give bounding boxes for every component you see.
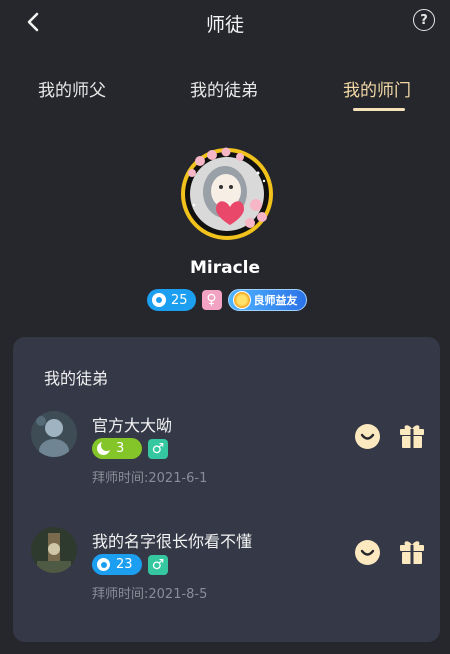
apprentice-name: 我的名字很长你看不懂 — [92, 532, 253, 551]
level-badge: 23 — [92, 554, 142, 575]
apprentice-name: 官方大大呦 — [92, 416, 173, 435]
profile-badges: 25 ♀ 良师益友 — [147, 288, 307, 312]
smile-icon — [355, 540, 380, 565]
section-title: 我的徒弟 — [44, 369, 109, 388]
apprentice-row[interactable]: 我的名字很长你看不懂 23 ♂ 拜师时间:2021-8-5 — [13, 525, 440, 625]
medal-icon — [232, 291, 251, 309]
avatar-image — [31, 411, 77, 457]
top-bar: 师徒 ? — [0, 0, 450, 44]
gear-icon — [97, 558, 110, 571]
gear-icon — [152, 293, 166, 307]
tab-my-apprentices[interactable]: 我的徒弟 — [190, 76, 258, 101]
tab-my-school[interactable]: 我的师门 — [343, 76, 411, 101]
help-button[interactable]: ? — [413, 9, 435, 31]
active-tab-indicator — [353, 108, 405, 111]
avatar-image — [31, 527, 77, 573]
apprentice-tags: 3 ♂ — [92, 438, 168, 459]
gift-button[interactable] — [399, 422, 425, 449]
apprentice-card: 我的徒弟 官方大大呦 3 ♂ 拜师时间:2021-6-1 我的名字很长你看不懂 … — [13, 337, 440, 642]
apprentice-date: 拜师时间:2021-6-1 — [92, 471, 208, 486]
level-badge: 25 — [147, 289, 196, 311]
honor-badge: 良师益友 — [227, 289, 307, 311]
male-icon: ♂ — [148, 554, 168, 575]
gift-button[interactable] — [399, 538, 425, 565]
avatar[interactable] — [31, 527, 77, 573]
page-title: 师徒 — [205, 14, 244, 36]
avatar-image — [181, 147, 273, 240]
apprentice-date: 拜师时间:2021-8-5 — [92, 587, 208, 602]
avatar[interactable] — [31, 411, 77, 457]
apprentice-row[interactable]: 官方大大呦 3 ♂ 拜师时间:2021-6-1 — [13, 409, 440, 509]
tab-my-master[interactable]: 我的师父 — [38, 76, 106, 101]
gift-icon — [400, 425, 424, 448]
tab-bar: 我的师父 我的徒弟 我的师门 — [0, 70, 450, 111]
moon-icon — [97, 440, 112, 455]
honor-badge-label: 良师益友 — [253, 294, 298, 307]
smile-icon — [355, 424, 380, 449]
female-icon: ♀ — [201, 290, 222, 310]
apprentice-tags: 23 ♂ — [92, 554, 168, 575]
greet-button[interactable] — [354, 539, 381, 566]
level-badge: 3 — [92, 438, 142, 459]
level-value: 25 — [171, 292, 188, 308]
greet-button[interactable] — [354, 423, 381, 450]
question-circle-icon: ? — [420, 12, 428, 28]
profile-avatar[interactable] — [178, 145, 276, 243]
level-value: 23 — [116, 557, 133, 572]
level-value: 3 — [116, 441, 125, 456]
profile-name: Miracle — [189, 258, 261, 278]
male-icon: ♂ — [148, 438, 168, 459]
gift-icon — [400, 541, 424, 564]
